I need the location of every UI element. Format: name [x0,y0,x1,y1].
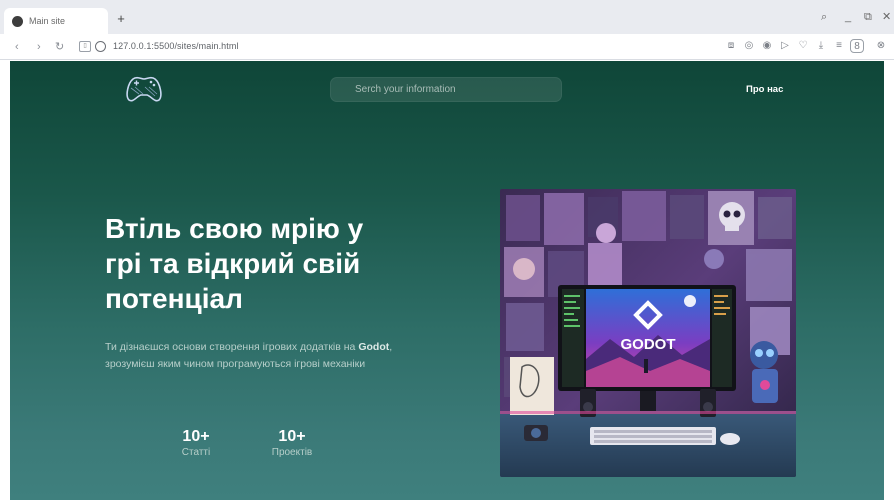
page-gutter-left [0,61,10,500]
new-tab-button[interactable]: + [114,12,128,26]
screenshot-icon[interactable]: ⧈ [724,39,738,53]
hero-description: Ти дізнаєшся основи створення ігрових до… [105,339,415,373]
forward-icon[interactable]: › [37,40,41,54]
stat-label: Статті [181,447,211,458]
heart-icon[interactable]: ♡ [796,39,810,53]
stat-value: 10+ [182,428,210,445]
extension-icon[interactable]: ⊗ [874,39,888,53]
stat-articles: 10+ Статті [170,427,222,459]
restore-button[interactable]: ⧉ [864,10,872,24]
browser-tab[interactable]: Main site [4,8,108,34]
profile-icon[interactable]: 8 [850,39,864,53]
minimize-button[interactable]: _ [845,10,851,24]
hero-illustration: GODOT [500,189,796,477]
search-tabs-icon[interactable]: ⌕ [821,10,827,24]
menu-icon[interactable]: ≡ [832,39,846,53]
page-body: Про нас Втіль свою мрію у грі та відкрий… [10,61,884,500]
hero-title: Втіль свою мрію у грі та відкрий свій по… [105,213,364,314]
stat-projects: 10+ Проектів [262,427,322,459]
search-input[interactable] [330,77,562,102]
stat-value: 10+ [278,428,306,445]
wallet-icon[interactable]: ◉ [760,39,774,53]
gamepad-logo[interactable] [125,74,163,104]
shield-icon[interactable]: ▯ [79,41,91,52]
image-godot-text: GODOT [621,336,676,353]
page-gutter-right [884,61,894,500]
download-icon[interactable]: ⤓ [814,39,828,53]
stat-label: Проектів [271,447,313,458]
tab-title: Main site [29,16,66,26]
play-icon[interactable]: ▷ [778,39,792,53]
url-field[interactable]: 127.0.0.1:5500/sites/main.html [113,41,239,51]
camera-icon[interactable]: ◎ [742,39,756,53]
nav-link-about[interactable]: Про нас [746,84,783,95]
globe-icon [12,15,23,27]
hero-description-text: Ти дізнаєшся основи створення ігрових до… [105,341,359,353]
browser-tabbar: Main site + ⌕ _ ⧉ ✕ [0,0,894,34]
back-icon[interactable]: ‹ [15,40,19,54]
site-info-icon[interactable] [95,41,106,52]
hero-description-godot: Godot [358,341,390,353]
close-window-button[interactable]: ✕ [882,10,891,24]
reload-icon[interactable]: ↻ [55,40,64,54]
